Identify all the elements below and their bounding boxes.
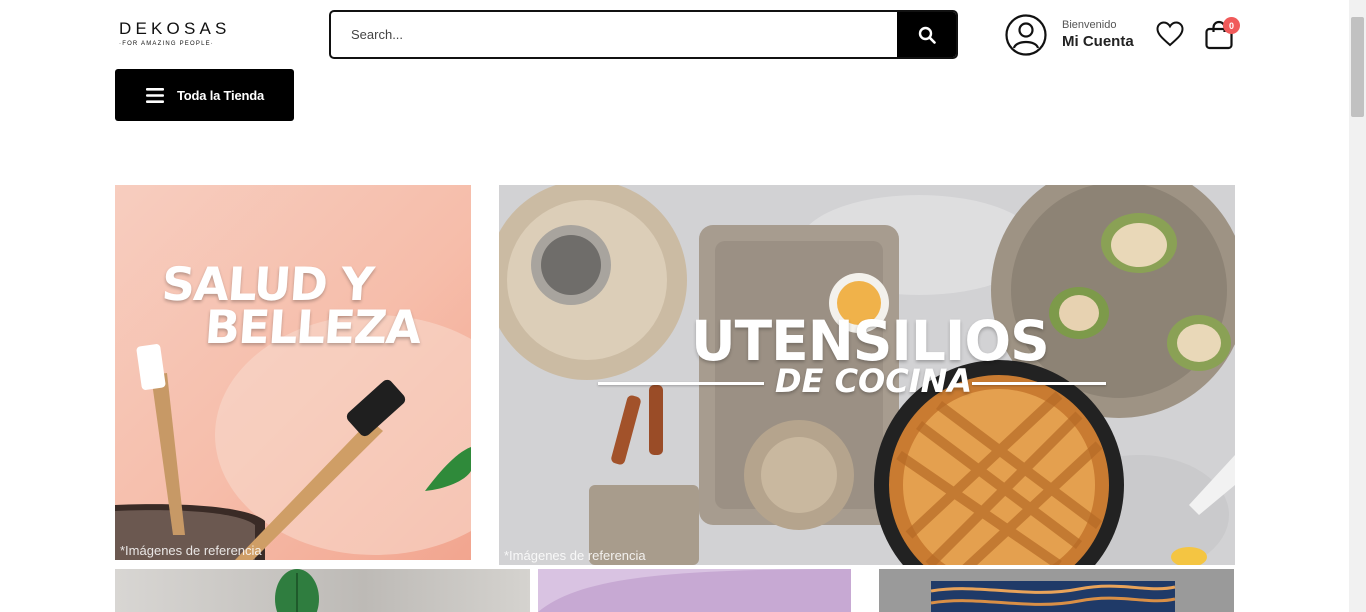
toothbrush-illustration xyxy=(115,315,471,560)
search-button[interactable] xyxy=(897,12,956,57)
banner-cocina-title-line2: DE COCINA xyxy=(775,362,973,400)
search-input[interactable] xyxy=(331,12,897,57)
banner-cocina-note: *Imágenes de referencia xyxy=(504,548,646,563)
banner-bottom-3[interactable] xyxy=(879,569,1234,612)
banner-bottom-2[interactable] xyxy=(538,569,851,612)
user-icon xyxy=(1005,14,1047,56)
account-link[interactable]: Bienvenido Mi Cuenta xyxy=(1005,14,1134,56)
scrollbar-thumb[interactable] xyxy=(1351,17,1364,117)
banner-utensilios-cocina[interactable]: UTENSILIOS DE COCINA *Imágenes de refere… xyxy=(499,185,1235,565)
menu-button-label: Toda la Tienda xyxy=(177,87,265,103)
logo-name: DEKOSAS xyxy=(119,19,231,38)
hamburger-icon xyxy=(146,87,164,103)
all-store-menu-button[interactable]: Toda la Tienda xyxy=(115,69,294,121)
banner-salud-belleza[interactable]: SALUD Y BELLEZA *Imágenes de referencia xyxy=(115,185,471,560)
search-bar xyxy=(329,10,958,59)
banner-salud-title-line2: BELLEZA xyxy=(203,300,422,354)
logo[interactable]: DEKOSAS ·FOR AMAZING PEOPLE· xyxy=(119,20,233,50)
heart-icon[interactable] xyxy=(1156,21,1184,47)
account-greeting: Bienvenido xyxy=(1062,19,1117,31)
wave-art-illustration xyxy=(930,581,1176,612)
lavender-shape xyxy=(538,569,851,612)
cart-count-badge: 0 xyxy=(1223,17,1240,34)
banner-bottom-1[interactable] xyxy=(115,569,530,612)
banner-salud-note: *Imágenes de referencia xyxy=(120,543,262,558)
logo-tagline: ·FOR AMAZING PEOPLE· xyxy=(119,41,215,47)
search-icon xyxy=(918,26,936,44)
plant-leaf-illustration xyxy=(275,569,319,612)
banner-cocina-rule-right xyxy=(972,382,1106,385)
banner-cocina-rule-left xyxy=(598,382,764,385)
account-label: Mi Cuenta xyxy=(1062,33,1134,50)
account-text: Bienvenido Mi Cuenta xyxy=(1062,19,1134,51)
